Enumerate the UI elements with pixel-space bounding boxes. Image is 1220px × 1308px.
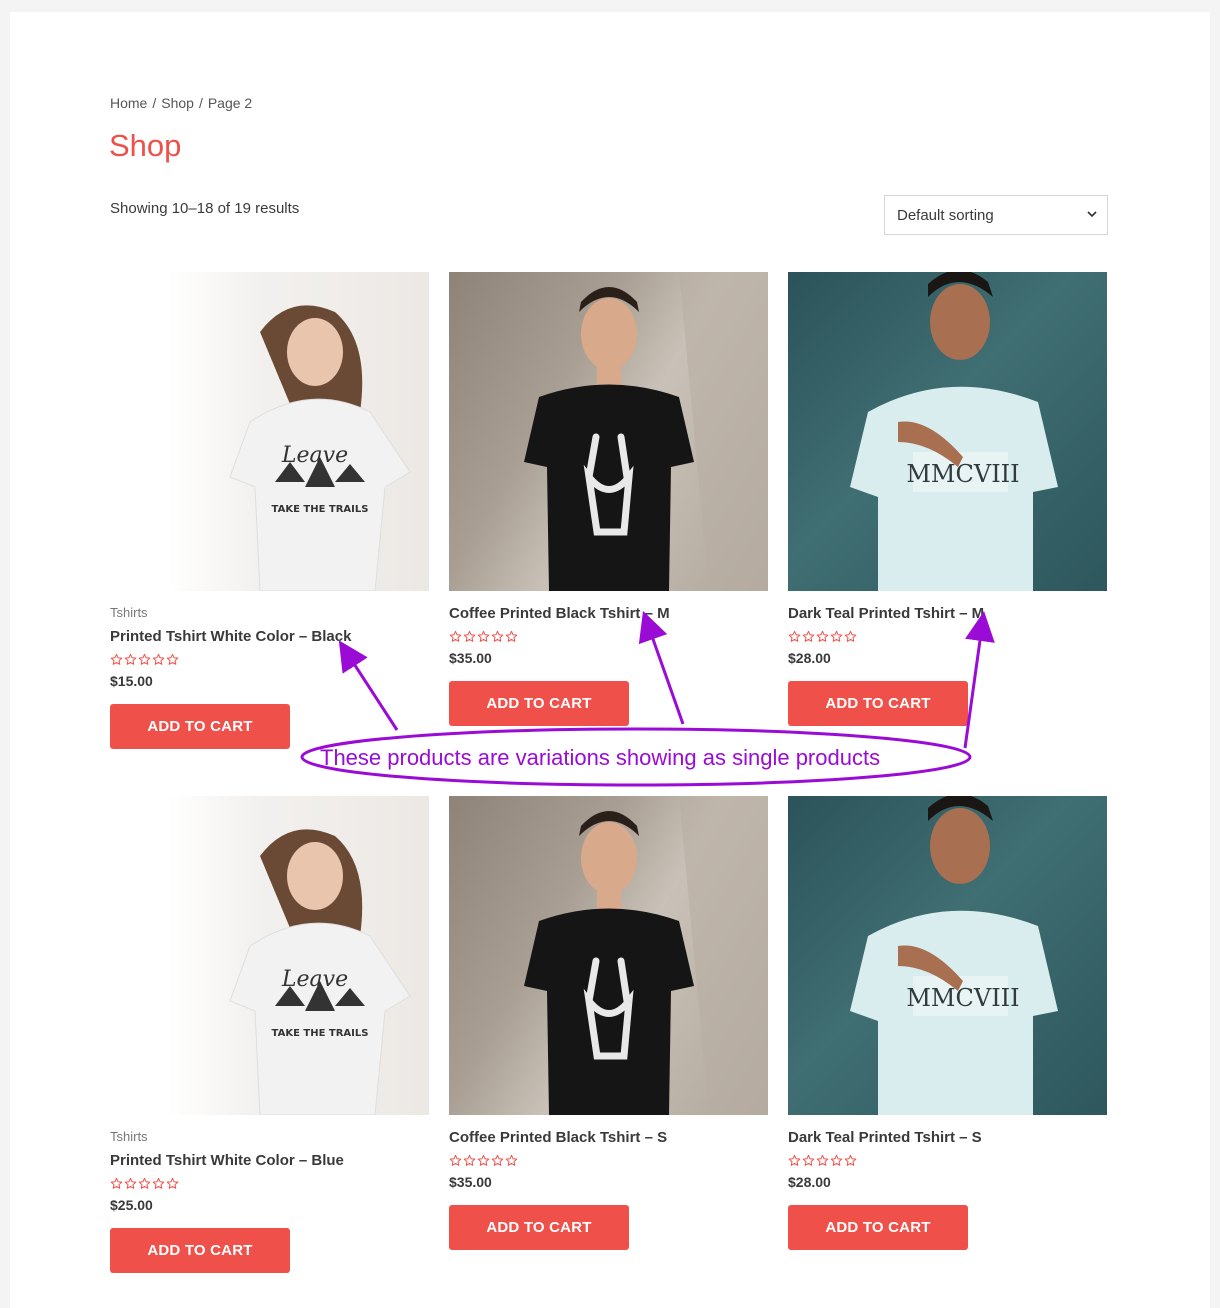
star-icon xyxy=(477,1154,490,1168)
star-icon xyxy=(110,653,123,667)
breadcrumb-current: Page 2 xyxy=(207,95,253,111)
star-icon xyxy=(830,630,843,644)
chevron-down-icon xyxy=(1087,209,1097,222)
star-rating xyxy=(788,630,1107,644)
product-image[interactable]: MMCVIII xyxy=(788,272,1107,591)
svg-text:TAKE THE TRAILS: TAKE THE TRAILS xyxy=(272,504,369,515)
star-icon xyxy=(830,1154,843,1168)
star-icon xyxy=(449,630,462,644)
star-icon xyxy=(788,630,801,644)
product-card: MMCVIII Dark Teal Printed Tshirt – M $28.0… xyxy=(788,272,1107,726)
star-icon xyxy=(152,1177,165,1191)
add-to-cart-button[interactable]: ADD TO CART xyxy=(449,1205,629,1250)
product-image[interactable]: MMCVIII xyxy=(788,796,1107,1115)
product-title[interactable]: Printed Tshirt White Color – Blue xyxy=(110,1152,429,1169)
result-count: Showing 10–18 of 19 results xyxy=(110,200,300,217)
product-image[interactable]: Leave TAKE THE TRAILS xyxy=(110,796,429,1115)
svg-text:TAKE THE TRAILS: TAKE THE TRAILS xyxy=(272,1028,369,1039)
add-to-cart-button[interactable]: ADD TO CART xyxy=(110,1228,290,1273)
page-title: Shop xyxy=(109,128,182,163)
star-icon xyxy=(844,630,857,644)
star-icon xyxy=(166,653,179,667)
product-image[interactable] xyxy=(449,796,768,1115)
star-rating xyxy=(449,1154,768,1168)
product-card: Coffee Printed Black Tshirt – S $35.00 ADD… xyxy=(449,796,768,1250)
add-to-cart-button[interactable]: ADD TO CART xyxy=(449,681,629,726)
star-rating xyxy=(110,1177,429,1191)
sorting-selected-value: Default sorting xyxy=(897,206,994,224)
breadcrumb-home[interactable]: Home xyxy=(110,95,147,111)
product-price: $35.00 xyxy=(449,650,492,666)
star-icon xyxy=(124,1177,137,1191)
star-rating xyxy=(788,1154,1107,1168)
star-icon xyxy=(505,630,518,644)
svg-text:MMCVIII: MMCVIII xyxy=(906,460,1019,488)
breadcrumb-separator: / xyxy=(152,95,157,111)
star-icon xyxy=(844,1154,857,1168)
star-icon xyxy=(463,630,476,644)
star-icon xyxy=(802,630,815,644)
star-icon xyxy=(802,1154,815,1168)
add-to-cart-button[interactable]: ADD TO CART xyxy=(788,681,968,726)
star-icon xyxy=(477,630,490,644)
product-category[interactable]: Tshirts xyxy=(110,605,429,621)
star-icon xyxy=(449,1154,462,1168)
product-image[interactable]: Leave TAKE THE TRAILS xyxy=(110,272,429,591)
star-icon xyxy=(138,1177,151,1191)
breadcrumb-shop[interactable]: Shop xyxy=(161,95,194,111)
product-card: Coffee Printed Black Tshirt – M $35.00 ADD… xyxy=(449,272,768,726)
product-category[interactable]: Tshirts xyxy=(110,1129,429,1145)
product-title[interactable]: Dark Teal Printed Tshirt – M xyxy=(788,605,1107,622)
product-price: $25.00 xyxy=(110,1197,153,1213)
product-image[interactable] xyxy=(449,272,768,591)
star-icon xyxy=(788,1154,801,1168)
star-rating xyxy=(110,653,429,667)
product-title[interactable]: Coffee Printed Black Tshirt – S xyxy=(449,1129,768,1146)
product-title[interactable]: Dark Teal Printed Tshirt – S xyxy=(788,1129,1107,1146)
annotation-text: These products are variations showing as… xyxy=(320,745,881,770)
add-to-cart-button[interactable]: ADD TO CART xyxy=(110,704,290,749)
star-rating xyxy=(449,630,768,644)
star-icon xyxy=(505,1154,518,1168)
product-price: $15.00 xyxy=(110,673,153,689)
star-icon xyxy=(463,1154,476,1168)
star-icon xyxy=(166,1177,179,1191)
product-title[interactable]: Printed Tshirt White Color – Black xyxy=(110,628,429,645)
breadcrumb: Home / Shop / Page 2 xyxy=(110,95,252,111)
star-icon xyxy=(138,653,151,667)
star-icon xyxy=(816,1154,829,1168)
product-price: $28.00 xyxy=(788,1174,831,1190)
product-card: MMCVIII Dark Teal Printed Tshirt – S $28.0… xyxy=(788,796,1107,1250)
breadcrumb-separator: / xyxy=(198,95,203,111)
product-price: $28.00 xyxy=(788,650,831,666)
product-card: Leave TAKE THE TRAILS Tshirts Printed Tshir… xyxy=(110,796,429,1273)
star-icon xyxy=(816,630,829,644)
product-price: $35.00 xyxy=(449,1174,492,1190)
product-title[interactable]: Coffee Printed Black Tshirt – M xyxy=(449,605,768,622)
add-to-cart-button[interactable]: ADD TO CART xyxy=(788,1205,968,1250)
star-icon xyxy=(110,1177,123,1191)
star-icon xyxy=(491,1154,504,1168)
sorting-select[interactable]: Default sorting xyxy=(884,195,1108,235)
star-icon xyxy=(491,630,504,644)
star-icon xyxy=(124,653,137,667)
product-card: Leave TAKE THE TRAILS Tshirts Printed Tshir… xyxy=(110,272,429,749)
star-icon xyxy=(152,653,165,667)
svg-text:MMCVIII: MMCVIII xyxy=(906,984,1019,1012)
